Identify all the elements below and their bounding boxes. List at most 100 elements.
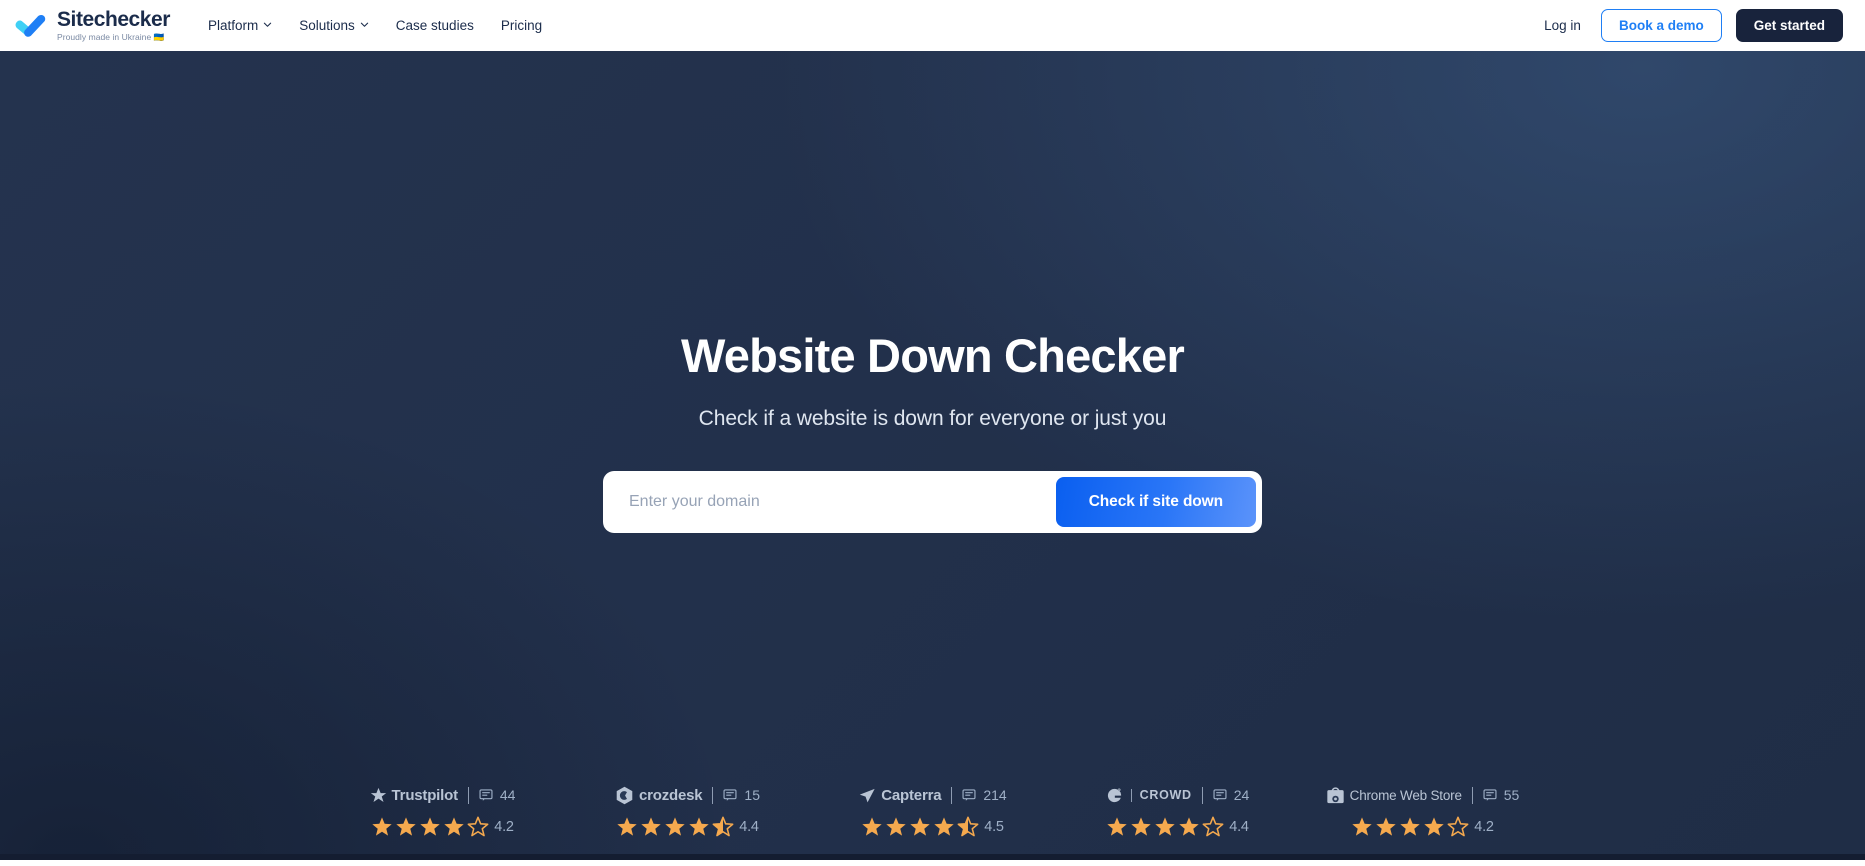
checkmark-logo-icon bbox=[15, 14, 46, 37]
review-count: 55 bbox=[1503, 787, 1520, 803]
book-a-demo-button[interactable]: Book a demo bbox=[1600, 9, 1722, 42]
login-link[interactable]: Log in bbox=[1538, 18, 1587, 33]
star-filled-icon bbox=[665, 817, 685, 836]
review-count-group: 44 bbox=[479, 787, 516, 803]
capterra-arrow-icon bbox=[860, 788, 875, 803]
star-filled-icon bbox=[396, 817, 416, 836]
page-title: Website Down Checker bbox=[681, 329, 1185, 382]
review-badge-trustpilot[interactable]: Trustpilot 44 4.2 bbox=[320, 785, 565, 838]
review-badge-header: crozdesk 15 bbox=[615, 785, 760, 805]
chrome-web-store-icon bbox=[1326, 786, 1344, 803]
trustpilot-logo: Trustpilot bbox=[370, 787, 458, 804]
comment-icon bbox=[723, 789, 737, 801]
star-filled-icon bbox=[1352, 817, 1372, 836]
review-badge-header: Chrome Web Store 55 bbox=[1326, 785, 1520, 805]
review-badge-crozdesk[interactable]: crozdesk 15 4.4 bbox=[565, 785, 810, 838]
star-rating-row: 4.4 bbox=[616, 816, 759, 838]
review-badge-header: Trustpilot 44 bbox=[370, 785, 516, 805]
review-count: 214 bbox=[983, 787, 1007, 803]
brand-tagline: Proudly made in Ukraine 🇺🇦 bbox=[57, 32, 165, 43]
star-rating-row: 4.2 bbox=[371, 816, 514, 838]
comment-icon bbox=[1213, 789, 1227, 801]
review-badge-capterra[interactable]: Capterra 214 4.5 bbox=[810, 785, 1055, 838]
review-badge-header: 2 CROWD 24 bbox=[1106, 785, 1249, 805]
g2-crowd-logo: 2 CROWD bbox=[1106, 787, 1192, 804]
review-count-group: 214 bbox=[962, 787, 1007, 803]
star-filled-icon bbox=[444, 817, 464, 836]
star-rating-row: 4.2 bbox=[1351, 816, 1494, 838]
g2-crowd-icon: 2 bbox=[1107, 788, 1121, 802]
rating-value: 4.2 bbox=[494, 819, 514, 835]
chrome-web-store-logo: Chrome Web Store bbox=[1326, 786, 1462, 805]
star-empty-icon bbox=[1447, 816, 1469, 837]
rating-value: 4.4 bbox=[1229, 819, 1249, 835]
comment-icon bbox=[479, 789, 493, 801]
review-count: 44 bbox=[499, 787, 516, 803]
star-filled-icon bbox=[1155, 817, 1175, 836]
divider bbox=[1471, 786, 1473, 804]
nav-item-platform-label: Platform bbox=[207, 18, 259, 33]
chevron-down-icon bbox=[360, 20, 369, 29]
crozdesk-logo: crozdesk bbox=[615, 786, 703, 805]
star-filled-icon bbox=[1400, 817, 1420, 836]
star-empty-icon bbox=[1202, 816, 1224, 837]
review-count-group: 15 bbox=[723, 787, 760, 803]
nav-actions: Log in Book a demo Get started bbox=[1538, 9, 1843, 42]
domain-search-input[interactable] bbox=[609, 476, 1056, 527]
capterra-logo: Capterra bbox=[858, 786, 942, 804]
star-filled-icon bbox=[617, 817, 637, 836]
brand-name: Sitechecker bbox=[57, 8, 170, 32]
star-filled-icon bbox=[862, 817, 882, 836]
star-filled-icon bbox=[1376, 817, 1396, 836]
review-badge-g2-crowd[interactable]: 2 CROWD 24 4.4 bbox=[1055, 785, 1300, 838]
review-badge-chrome-web-store[interactable]: Chrome Web Store 55 4.2 bbox=[1300, 785, 1545, 838]
review-count-group: 55 bbox=[1483, 787, 1520, 803]
bottom-edge-strip bbox=[0, 854, 1865, 860]
nav-item-solutions[interactable]: Solutions bbox=[299, 18, 369, 33]
divider bbox=[712, 786, 714, 804]
domain-search-bar: Check if site down bbox=[603, 470, 1262, 533]
review-count-group: 24 bbox=[1213, 787, 1249, 803]
nav-item-pricing[interactable]: Pricing bbox=[501, 18, 542, 33]
capterra-label: Capterra bbox=[881, 786, 942, 804]
page-subtitle: Check if a website is down for everyone … bbox=[698, 406, 1167, 430]
comment-icon bbox=[1483, 789, 1497, 801]
star-half-icon bbox=[712, 816, 734, 837]
divider bbox=[467, 786, 469, 804]
star-filled-icon bbox=[1107, 817, 1127, 836]
get-started-button[interactable]: Get started bbox=[1735, 9, 1843, 42]
divider bbox=[1130, 788, 1132, 802]
top-navigation-bar: Sitechecker Proudly made in Ukraine 🇺🇦 P… bbox=[0, 0, 1865, 51]
rating-value: 4.2 bbox=[1474, 819, 1494, 835]
star-filled-icon bbox=[1179, 817, 1199, 836]
star-filled-icon bbox=[934, 817, 954, 836]
star-rating-row: 4.4 bbox=[1106, 816, 1249, 838]
nav-item-case-studies[interactable]: Case studies bbox=[396, 18, 474, 33]
chrome-web-store-label: Chrome Web Store bbox=[1349, 787, 1462, 803]
star-filled-icon bbox=[1424, 817, 1444, 836]
star-filled-icon bbox=[420, 817, 440, 836]
nav-item-case-studies-label: Case studies bbox=[395, 18, 474, 33]
star-filled-icon bbox=[910, 817, 930, 836]
hero-section: Website Down Checker Check if a website … bbox=[0, 51, 1865, 860]
brand-logo-link[interactable]: Sitechecker Proudly made in Ukraine 🇺🇦 bbox=[14, 9, 170, 42]
g2-crowd-label: CROWD bbox=[1139, 788, 1192, 802]
crozdesk-hex-icon bbox=[616, 786, 633, 804]
divider bbox=[1201, 786, 1203, 804]
rating-value: 4.4 bbox=[739, 819, 759, 835]
page-root: Sitechecker Proudly made in Ukraine 🇺🇦 P… bbox=[0, 0, 1865, 866]
star-filled-icon bbox=[1131, 817, 1151, 836]
divider bbox=[951, 786, 953, 804]
nav-item-platform[interactable]: Platform bbox=[208, 18, 272, 33]
star-filled-icon bbox=[641, 817, 661, 836]
trustpilot-star-icon bbox=[370, 787, 386, 802]
star-filled-icon bbox=[886, 817, 906, 836]
star-filled-icon bbox=[372, 817, 392, 836]
check-if-site-down-button[interactable]: Check if site down bbox=[1055, 476, 1256, 527]
star-half-icon bbox=[957, 816, 979, 837]
brand-text-block: Sitechecker Proudly made in Ukraine 🇺🇦 bbox=[57, 9, 170, 42]
crozdesk-label: crozdesk bbox=[638, 786, 703, 804]
nav-item-solutions-label: Solutions bbox=[299, 18, 355, 33]
nav-item-pricing-label: Pricing bbox=[500, 18, 543, 33]
star-empty-icon bbox=[467, 816, 489, 837]
